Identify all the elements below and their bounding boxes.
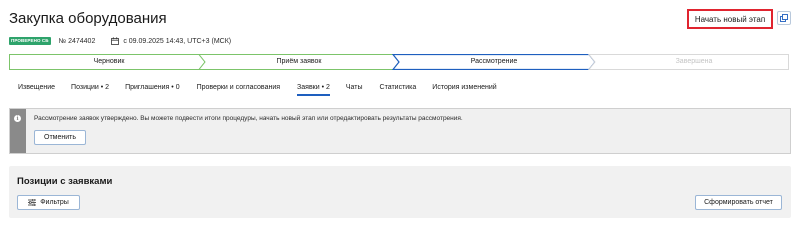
page-title: Закупка оборудования (9, 10, 167, 27)
positions-title: Позиции с заявками (17, 176, 113, 187)
calendar-icon (111, 37, 120, 45)
procurement-number: № 2474402 (58, 37, 96, 45)
new-stage-button[interactable]: Начать новый этап (687, 9, 773, 29)
generate-report-button[interactable]: Сформировать отчет (695, 195, 782, 210)
tab-invitations[interactable]: Приглашения • 0 (125, 80, 180, 96)
filters-label: Фильтры (40, 199, 69, 206)
positions-with-applications-panel: Позиции с заявками Фильтры Сформировать … (9, 166, 791, 218)
notice-text: Рассмотрение заявок утверждено. Вы может… (34, 115, 463, 122)
verified-badge: ПРОВЕРЕНО СБ (9, 37, 51, 45)
cancel-button[interactable]: Отменить (34, 130, 86, 145)
copy-icon (780, 14, 788, 22)
procedure-tabs: Извещение Позиции • 2 Приглашения • 0 Пр… (9, 80, 497, 96)
tab-chats[interactable]: Чаты (346, 80, 363, 96)
filter-sliders-icon (28, 199, 37, 206)
copy-button[interactable] (777, 11, 791, 25)
step-review-label: Рассмотрение (470, 58, 518, 65)
tab-statistics[interactable]: Статистика (380, 80, 417, 96)
procurement-date: с 09.09.2025 14:43, UTC+3 (МСК) (123, 37, 232, 45)
procurement-meta: ПРОВЕРЕНО СБ № 2474402 с 09.09.2025 14:4… (9, 36, 231, 46)
review-approved-notice: i Рассмотрение заявок утверждено. Вы мож… (9, 108, 791, 154)
tab-notice[interactable]: Извещение (18, 80, 55, 96)
notice-stripe: i (10, 109, 26, 153)
info-icon: i (14, 115, 21, 122)
procedure-stepper: Черновик Приём заявок Рассмотрение Завер… (9, 54, 789, 70)
tab-change-history[interactable]: История изменений (432, 80, 496, 96)
step-applications-label: Приём заявок (276, 58, 322, 65)
filters-button[interactable]: Фильтры (17, 195, 80, 210)
tab-checks-approvals[interactable]: Проверки и согласования (197, 80, 280, 96)
tab-positions[interactable]: Позиции • 2 (71, 80, 109, 96)
tab-applications[interactable]: Заявки • 2 (297, 80, 330, 96)
step-draft-label: Черновик (93, 58, 125, 65)
step-completed-label: Завершена (675, 58, 713, 65)
